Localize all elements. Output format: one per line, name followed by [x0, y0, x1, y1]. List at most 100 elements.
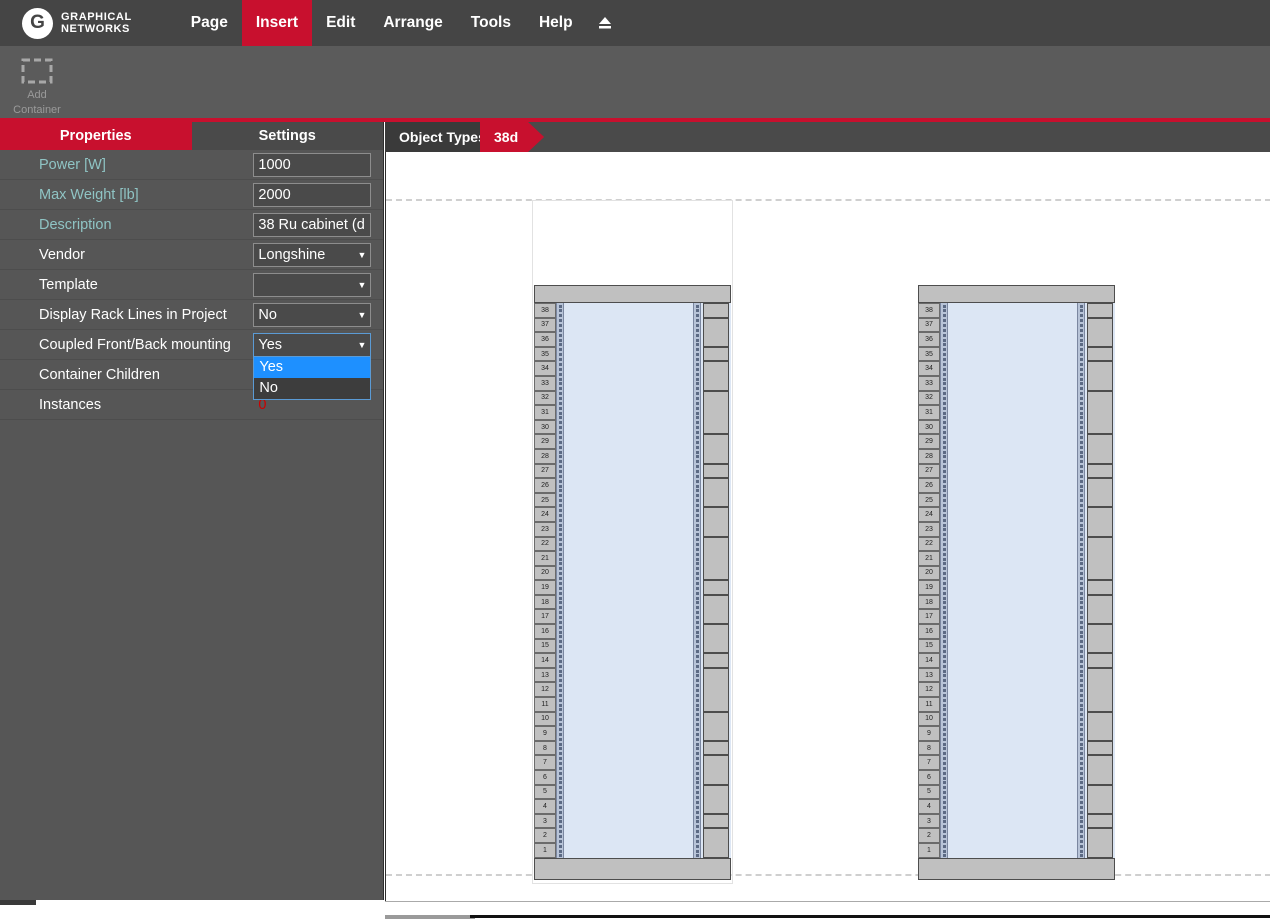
rack-unit-label[interactable]: 3	[534, 814, 556, 829]
tab-properties[interactable]: Properties	[0, 122, 192, 150]
rack-unit-label[interactable]: 19	[918, 580, 940, 595]
rack-unit-label[interactable]: 21	[918, 551, 940, 566]
rack-unit-label[interactable]: 4	[534, 799, 556, 814]
breadcrumb-item[interactable]: 38d	[480, 122, 544, 152]
rack-unit-label[interactable]: 6	[918, 770, 940, 785]
rack-unit-label[interactable]: 25	[918, 493, 940, 508]
dropdown-option[interactable]: No	[254, 378, 370, 399]
rack-unit-label[interactable]: 5	[918, 785, 940, 800]
menu-item-edit[interactable]: Edit	[312, 0, 369, 46]
rack-unit-label[interactable]: 3	[918, 814, 940, 829]
select-dropdown[interactable]: No▼	[253, 303, 371, 327]
rack-unit-label[interactable]: 24	[918, 507, 940, 522]
rack-unit-label[interactable]: 27	[534, 464, 556, 479]
rack-unit-label[interactable]: 24	[534, 507, 556, 522]
rack-unit-label[interactable]: 10	[534, 712, 556, 727]
rack-unit-label[interactable]: 35	[918, 347, 940, 362]
dropdown-option[interactable]: Yes	[254, 357, 370, 378]
text-input[interactable]: 38 Ru cabinet (d	[253, 213, 371, 237]
rack-unit-label[interactable]: 11	[918, 697, 940, 712]
rack-unit-label[interactable]: 14	[918, 653, 940, 668]
menu-item-page[interactable]: Page	[177, 0, 242, 46]
menu-item-help[interactable]: Help	[525, 0, 587, 46]
text-input[interactable]: 1000	[253, 153, 371, 177]
rack-unit-label[interactable]: 7	[918, 755, 940, 770]
rack-unit-label[interactable]: 13	[918, 668, 940, 683]
canvas-scrollbar-thumb[interactable]	[385, 915, 475, 919]
rack-unit-label[interactable]: 8	[534, 741, 556, 756]
select-dropdown[interactable]: Yes▼	[253, 333, 371, 357]
rack-unit-label[interactable]: 36	[534, 332, 556, 347]
rack-unit-label[interactable]: 19	[534, 580, 556, 595]
tab-settings[interactable]: Settings	[192, 122, 384, 150]
rack-unit-label[interactable]: 28	[534, 449, 556, 464]
rack-unit-label[interactable]: 28	[918, 449, 940, 464]
rack-unit-label[interactable]: 20	[534, 566, 556, 581]
rack-unit-label[interactable]: 17	[918, 609, 940, 624]
rack-unit-label[interactable]: 36	[918, 332, 940, 347]
rack-unit-label[interactable]: 23	[918, 522, 940, 537]
rack-unit-label[interactable]: 30	[918, 420, 940, 435]
rack-unit-label[interactable]: 29	[918, 434, 940, 449]
rack-unit-label[interactable]: 20	[918, 566, 940, 581]
rack-unit-label[interactable]: 32	[918, 391, 940, 406]
rack-unit-label[interactable]: 4	[918, 799, 940, 814]
rack-unit-label[interactable]: 26	[918, 478, 940, 493]
menu-item-insert[interactable]: Insert	[242, 0, 312, 46]
select-dropdown[interactable]: ▼	[253, 273, 371, 297]
menu-item-arrange[interactable]: Arrange	[369, 0, 456, 46]
menu-item-tools[interactable]: Tools	[457, 0, 525, 46]
select-dropdown[interactable]: Longshine▼	[253, 243, 371, 267]
rack-unit-label[interactable]: 22	[918, 537, 940, 552]
panel-scrollbar-thumb[interactable]	[0, 900, 36, 905]
rack-unit-label[interactable]: 23	[534, 522, 556, 537]
rack-unit-label[interactable]: 1	[534, 843, 556, 858]
rack-unit-label[interactable]: 2	[534, 828, 556, 843]
rack-unit-label[interactable]: 16	[534, 624, 556, 639]
rack-unit-label[interactable]: 18	[918, 595, 940, 610]
rack-unit-label[interactable]: 2	[918, 828, 940, 843]
rack-unit-label[interactable]: 25	[534, 493, 556, 508]
rack-unit-label[interactable]: 37	[918, 318, 940, 333]
rack-unit-label[interactable]: 12	[918, 682, 940, 697]
rack-unit-label[interactable]: 30	[534, 420, 556, 435]
rack-unit-label[interactable]: 33	[534, 376, 556, 391]
eject-icon[interactable]	[595, 13, 615, 33]
rack-unit-label[interactable]: 34	[534, 361, 556, 376]
rack-unit-label[interactable]: 14	[534, 653, 556, 668]
rack-unit-label[interactable]: 11	[534, 697, 556, 712]
rack-unit-label[interactable]: 21	[534, 551, 556, 566]
rack-unit-label[interactable]: 22	[534, 537, 556, 552]
rack-unit-label[interactable]: 31	[534, 405, 556, 420]
rack-unit-label[interactable]: 37	[534, 318, 556, 333]
rack-unit-label[interactable]: 18	[534, 595, 556, 610]
rack-unit-label[interactable]: 13	[534, 668, 556, 683]
rack-unit-label[interactable]: 7	[534, 755, 556, 770]
text-input[interactable]: 2000	[253, 183, 371, 207]
rack-unit-label[interactable]: 1	[918, 843, 940, 858]
diagram-canvas[interactable]: 3837363534333231302928272625242322212019…	[385, 152, 1270, 901]
rack-unit-label[interactable]: 10	[918, 712, 940, 727]
rack-left[interactable]: 3837363534333231302928272625242322212019…	[534, 285, 731, 880]
rack-unit-label[interactable]: 15	[534, 639, 556, 654]
rack-unit-label[interactable]: 38	[918, 303, 940, 318]
rack-unit-label[interactable]: 9	[534, 726, 556, 741]
rack-unit-label[interactable]: 38	[534, 303, 556, 318]
rack-unit-label[interactable]: 8	[918, 741, 940, 756]
rack-unit-label[interactable]: 17	[534, 609, 556, 624]
rack-right[interactable]: 3837363534333231302928272625242322212019…	[918, 285, 1115, 880]
rack-unit-label[interactable]: 31	[918, 405, 940, 420]
rack-unit-label[interactable]: 29	[534, 434, 556, 449]
rack-unit-label[interactable]: 5	[534, 785, 556, 800]
rack-unit-label[interactable]: 32	[534, 391, 556, 406]
rack-unit-label[interactable]: 12	[534, 682, 556, 697]
rack-unit-label[interactable]: 9	[918, 726, 940, 741]
rack-unit-label[interactable]: 33	[918, 376, 940, 391]
rack-unit-label[interactable]: 27	[918, 464, 940, 479]
rack-unit-label[interactable]: 16	[918, 624, 940, 639]
rack-unit-label[interactable]: 26	[534, 478, 556, 493]
rack-unit-label[interactable]: 34	[918, 361, 940, 376]
add-container-button[interactable]: Add Container	[4, 50, 70, 116]
rack-unit-label[interactable]: 15	[918, 639, 940, 654]
rack-unit-label[interactable]: 6	[534, 770, 556, 785]
